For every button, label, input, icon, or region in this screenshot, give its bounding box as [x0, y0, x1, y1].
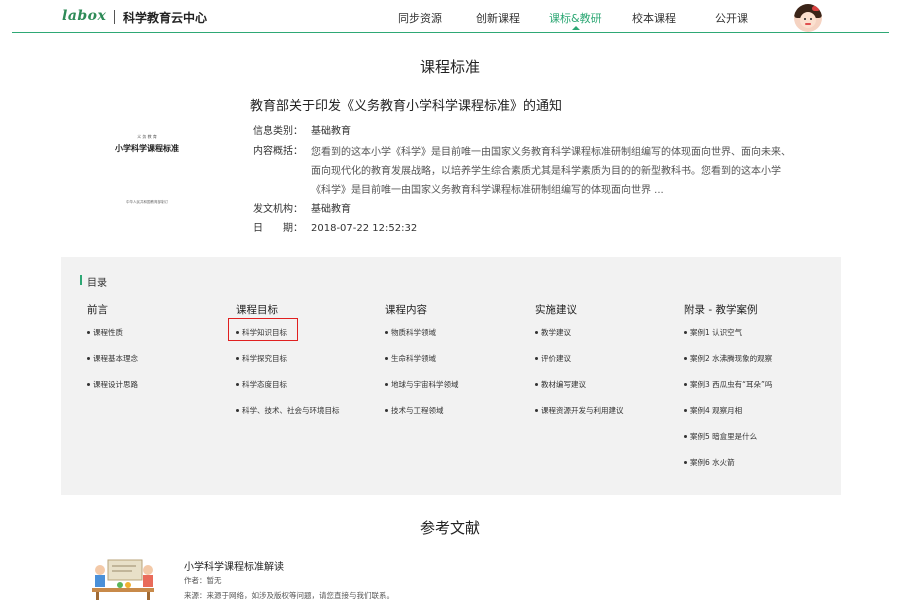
labox-logo[interactable]: labox [62, 8, 106, 24]
nav-item-school-courses[interactable]: 校本课程 [632, 10, 676, 26]
brand-divider [114, 10, 115, 24]
cover-publisher-text: 中华人民共和国教育部制订 [126, 200, 168, 204]
toc-heading-appendix[interactable]: 附录 - 教学案例 [684, 302, 757, 317]
meta-summary: 内容概括： [253, 146, 311, 158]
toc-heading-implementation[interactable]: 实施建议 [535, 302, 577, 317]
nav-item-sync-resources[interactable]: 同步资源 [398, 10, 442, 26]
summary-line: 面向现代化的教育发展战略，以培养学生综合素质尤其是科学素质为目的的新型教科书。您… [311, 166, 781, 177]
summary-line: 《科学》是目前唯一由国家义务教育科学课程标准研制组编写的体现面向世界 ... [311, 185, 664, 196]
meta-date-value: 2018-07-22 12:52:32 [311, 223, 418, 234]
reference-title[interactable]: 小学科学课程标准解读 [184, 558, 284, 573]
reference-author: 作者：暂无 [184, 576, 222, 585]
reference-thumbnail-image[interactable] [90, 558, 156, 600]
site-title[interactable]: 科学教育云中心 [123, 9, 207, 26]
cover-series-text: 义 务 教 育 [137, 134, 157, 139]
toc-item[interactable]: 评价建议 [535, 353, 571, 364]
document-cover-image[interactable]: 义 务 教 育 小学科学课程标准 中华人民共和国教育部制订 [96, 121, 198, 215]
toc-label: 目录 [87, 278, 107, 289]
meta-summary-text: 您看到的这本小学《科学》是目前唯一由国家义务教育科学课程标准研制组编写的体现面向… [311, 143, 831, 200]
toc-item[interactable]: 课程资源开发与利用建议 [535, 405, 624, 416]
user-avatar[interactable] [794, 4, 822, 32]
classroom-illustration-icon [92, 559, 154, 600]
toc-item[interactable]: 案例2 水沸腾现象的观察 [684, 353, 772, 364]
toc-item[interactable]: 科学、技术、社会与环境目标 [236, 405, 340, 416]
toc-item[interactable]: 技术与工程领域 [385, 405, 444, 416]
toc-heading-objectives[interactable]: 课程目标 [236, 302, 278, 317]
section-title-standards: 课程标准 [419, 58, 480, 76]
meta-date: 日 期： 2018-07-22 12:52:32 [253, 223, 417, 235]
toc-accent-bar [80, 275, 82, 285]
toc-item[interactable]: 案例5 暗盒里是什么 [684, 431, 757, 442]
meta-summary-label: 内容概括： [253, 146, 303, 157]
meta-issuer: 发文机构： 基础教育 [253, 204, 351, 216]
nav-item-standards-research[interactable]: 课标&教研 [549, 10, 602, 26]
toc-item[interactable]: 案例4 观察月相 [684, 405, 742, 416]
toc-panel: 目录 前言 课程性质 课程基本理念 课程设计思路 课程目标 科学知识目标 科学探… [61, 257, 841, 495]
selection-highlight-box [228, 318, 298, 341]
summary-line: 您看到的这本小学《科学》是目前唯一由国家义务教育科学课程标准研制组编写的体现面向… [311, 147, 791, 158]
toc-item[interactable]: 案例6 水火箭 [684, 457, 735, 468]
toc-item[interactable]: 物质科学领域 [385, 327, 436, 338]
meta-category-label: 信息类别： [253, 126, 303, 137]
toc-item[interactable]: 课程设计思路 [87, 379, 138, 390]
cover-title-text: 小学科学课程标准 [115, 143, 179, 153]
toc-item[interactable]: 生命科学领域 [385, 353, 436, 364]
toc-item[interactable]: 地球与宇宙科学领域 [385, 379, 459, 390]
meta-issuer-value: 基础教育 [311, 204, 351, 215]
toc-item[interactable]: 案例3 西瓜虫有“耳朵”吗 [684, 379, 772, 390]
toc-item[interactable]: 课程性质 [87, 327, 123, 338]
nav-item-open-class[interactable]: 公开课 [715, 10, 748, 26]
top-header: labox 科学教育云中心 同步资源 创新课程 课标&教研 校本课程 公开课 [0, 0, 900, 34]
nav-item-innovative-courses[interactable]: 创新课程 [476, 10, 520, 26]
reference-source: 来源：来源于网络，如涉及版权等问题，请您直接与我们联系。 [184, 591, 394, 600]
section-title-references: 参考文献 [419, 519, 480, 537]
meta-category-value: 基础教育 [311, 126, 351, 137]
meta-issuer-label: 发文机构： [253, 204, 303, 215]
toc-item[interactable]: 课程基本理念 [87, 353, 138, 364]
toc-item[interactable]: 案例1 认识空气 [684, 327, 742, 338]
header-divider-line [12, 32, 889, 33]
toc-item[interactable]: 教材编写建议 [535, 379, 586, 390]
toc-item[interactable]: 科学态度目标 [236, 379, 287, 390]
meta-date-label: 日 期： [253, 223, 303, 234]
meta-category: 信息类别： 基础教育 [253, 126, 351, 138]
toc-item[interactable]: 教学建议 [535, 327, 571, 338]
toc-item[interactable]: 科学探究目标 [236, 353, 287, 364]
toc-heading-preface[interactable]: 前言 [87, 302, 108, 317]
toc-heading-content[interactable]: 课程内容 [385, 302, 427, 317]
document-title[interactable]: 教育部关于印发《义务教育小学科学课程标准》的通知 [250, 95, 562, 114]
active-nav-caret-icon [572, 26, 580, 30]
